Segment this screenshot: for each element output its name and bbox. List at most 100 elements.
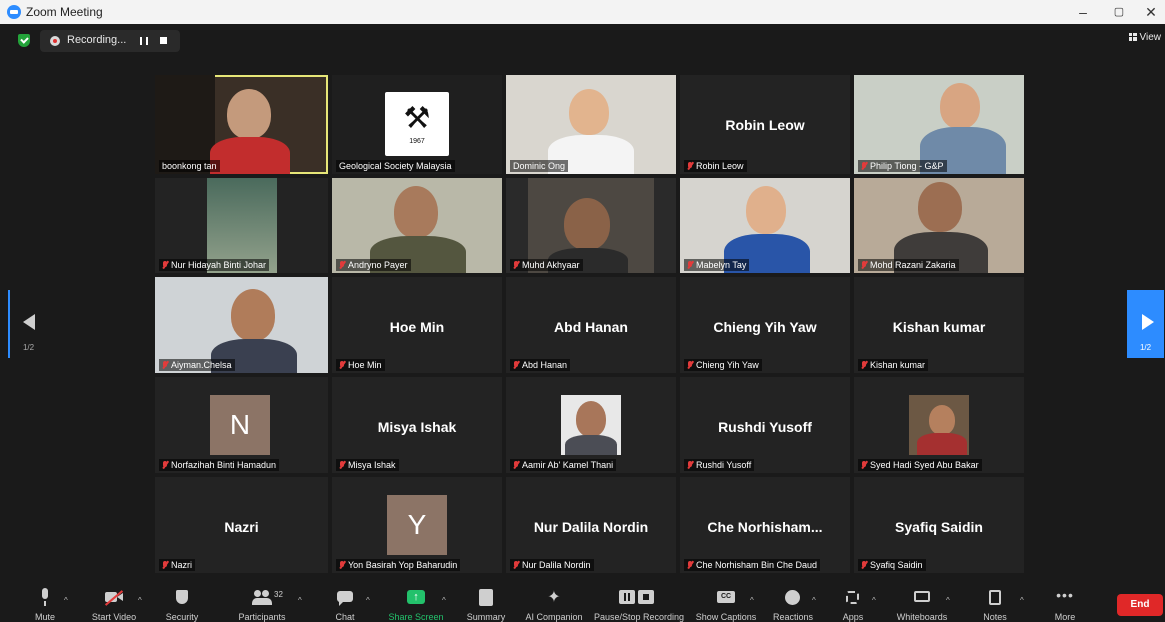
participant-tile[interactable]: Robin Leow Robin Leow (680, 75, 850, 174)
participant-name-label: Chieng Yih Yaw (696, 360, 759, 370)
chat-label: Chat (335, 612, 355, 622)
meeting-topbar: Recording... View (0, 24, 1165, 56)
more-button[interactable]: ••• More (1050, 582, 1080, 622)
participant-tile[interactable]: Mohd Razani Zakaria (854, 178, 1024, 273)
apps-button[interactable]: ^ Apps (838, 582, 876, 622)
logo-year: 1967 (409, 138, 425, 145)
participant-tile[interactable]: Che Norhisham... Che Norhisham Bin Che D… (680, 477, 850, 573)
participant-tile[interactable]: N Norfazihah Binti Hamadun (155, 377, 328, 473)
security-button[interactable]: Security (164, 582, 200, 622)
mute-button[interactable]: ^ Mute (28, 582, 68, 622)
participant-tile[interactable]: Syed Hadi Syed Abu Bakar (854, 377, 1024, 473)
close-button[interactable]: ✕ (1136, 2, 1165, 22)
share-screen-icon: ↑ (407, 588, 425, 608)
participant-face (394, 186, 438, 238)
participant-face (564, 198, 610, 250)
muted-mic-icon (687, 261, 693, 269)
apps-options-caret-icon[interactable]: ^ (872, 596, 876, 605)
view-button[interactable]: View (1128, 32, 1161, 43)
reactions-button[interactable]: ^ Reactions (773, 582, 816, 622)
participant-display-name: Abd Hanan (554, 319, 628, 335)
end-meeting-button[interactable]: End (1117, 594, 1163, 616)
muted-mic-icon (861, 162, 867, 170)
participant-tile[interactable]: Kishan kumar Kishan kumar (854, 277, 1024, 373)
show-captions-button[interactable]: CC ^ Show Captions (696, 582, 756, 622)
participant-tile[interactable]: boonkong tan (155, 75, 328, 174)
participant-display-name: Kishan kumar (892, 319, 986, 335)
participant-tile[interactable]: Mabelyn Tay (680, 178, 850, 273)
share-options-caret-icon[interactable]: ^ (442, 596, 446, 605)
participants-button[interactable]: 32 ^ Participants (238, 582, 302, 622)
muted-mic-icon (339, 461, 345, 469)
arrow-left-icon (22, 314, 35, 330)
reactions-options-caret-icon[interactable]: ^ (812, 596, 816, 605)
participant-name-label: boonkong tan (159, 160, 220, 172)
chat-options-caret-icon[interactable]: ^ (366, 596, 370, 605)
participant-tile[interactable]: Andryno Payer (332, 178, 502, 273)
participant-tile[interactable]: Y Yon Basirah Yop Baharudin (332, 477, 502, 573)
participant-body (565, 435, 617, 455)
share-screen-button[interactable]: ↑ ^ Share Screen (388, 582, 446, 622)
participant-display-name: Nur Dalila Nordin (533, 519, 649, 535)
participant-face (746, 186, 786, 234)
participant-display-name: Chieng Yih Yaw (713, 319, 817, 335)
stop-recording-icon[interactable] (160, 37, 167, 44)
participant-tile[interactable]: Aamir Ab' Kamel Thani (506, 377, 676, 473)
captions-options-caret-icon[interactable]: ^ (750, 596, 754, 605)
notes-options-caret-icon[interactable]: ^ (1020, 596, 1024, 605)
participant-tile[interactable]: Muhd Akhyaar (506, 178, 676, 273)
participant-face (227, 89, 271, 139)
muted-mic-icon (861, 261, 867, 269)
summary-button[interactable]: Summary (467, 582, 505, 622)
participant-tile[interactable]: Abd Hanan Abd Hanan (506, 277, 676, 373)
participant-name-label: Rushdi Yusoff (696, 460, 752, 470)
participant-tile[interactable]: Aiyman.Chelsa (155, 277, 328, 373)
zoom-logo-icon (7, 5, 21, 19)
pause-recording-icon[interactable] (140, 37, 148, 45)
participant-name-label: Nur Hidayah Binti Johar (171, 260, 267, 270)
next-page-button[interactable]: 1/2 (1127, 290, 1164, 358)
participant-name-label: Robin Leow (696, 161, 744, 171)
whiteboards-options-caret-icon[interactable]: ^ (946, 596, 950, 605)
participant-name-label: Abd Hanan (522, 360, 568, 370)
participant-photo (561, 395, 621, 455)
chat-button[interactable]: ^ Chat (330, 582, 370, 622)
page-indicator-left: 1/2 (22, 343, 35, 352)
participant-tile[interactable]: Dominic Ong (506, 75, 676, 174)
encryption-shield-icon[interactable] (18, 34, 30, 47)
participant-face (569, 89, 609, 135)
ai-companion-button[interactable]: ✦ AI Companion (525, 582, 582, 622)
start-video-button[interactable]: ^ Start Video (92, 582, 142, 622)
pause-stop-recording-button[interactable]: Pause/Stop Recording (594, 582, 684, 622)
participant-tile[interactable]: Nur Dalila Nordin Nur Dalila Nordin (506, 477, 676, 573)
summary-icon (479, 588, 493, 608)
previous-page-button[interactable]: 1/2 (8, 290, 47, 358)
participant-photo (909, 395, 969, 455)
participant-tile[interactable]: ⚒ 1967 Geological Society Malaysia (332, 75, 502, 174)
participant-name-label: Dominic Ong (510, 160, 569, 172)
participants-count: 32 (274, 590, 283, 599)
participant-tile[interactable]: Philip Tiong - G&P (854, 75, 1024, 174)
participant-display-name: Robin Leow (725, 117, 805, 133)
participants-options-caret-icon[interactable]: ^ (298, 596, 302, 605)
muted-mic-icon (513, 261, 519, 269)
video-options-caret-icon[interactable]: ^ (138, 596, 142, 605)
minimize-button[interactable]: – (1068, 2, 1098, 22)
muted-mic-icon (162, 461, 168, 469)
whiteboards-button[interactable]: ^ Whiteboards (897, 582, 950, 622)
restore-button[interactable]: ▢ (1104, 2, 1134, 22)
notes-button[interactable]: ^ Notes (980, 582, 1024, 622)
participant-tile[interactable]: Nazri Nazri (155, 477, 328, 573)
participant-face (940, 83, 980, 129)
participant-face (918, 182, 962, 232)
participant-tile[interactable]: Hoe Min Hoe Min (332, 277, 502, 373)
participant-name-label: Andryno Payer (348, 260, 408, 270)
participant-name-label: Aamir Ab' Kamel Thani (522, 460, 614, 470)
participant-tile[interactable]: Rushdi Yusoff Rushdi Yusoff (680, 377, 850, 473)
mute-options-caret-icon[interactable]: ^ (64, 596, 68, 605)
participant-tile[interactable]: Chieng Yih Yaw Chieng Yih Yaw (680, 277, 850, 373)
participant-tile[interactable]: Syafiq Saidin Syafiq Saidin (854, 477, 1024, 573)
recording-indicator: Recording... (40, 30, 180, 52)
participant-tile[interactable]: Nur Hidayah Binti Johar (155, 178, 328, 273)
participant-tile[interactable]: Misya Ishak Misya Ishak (332, 377, 502, 473)
